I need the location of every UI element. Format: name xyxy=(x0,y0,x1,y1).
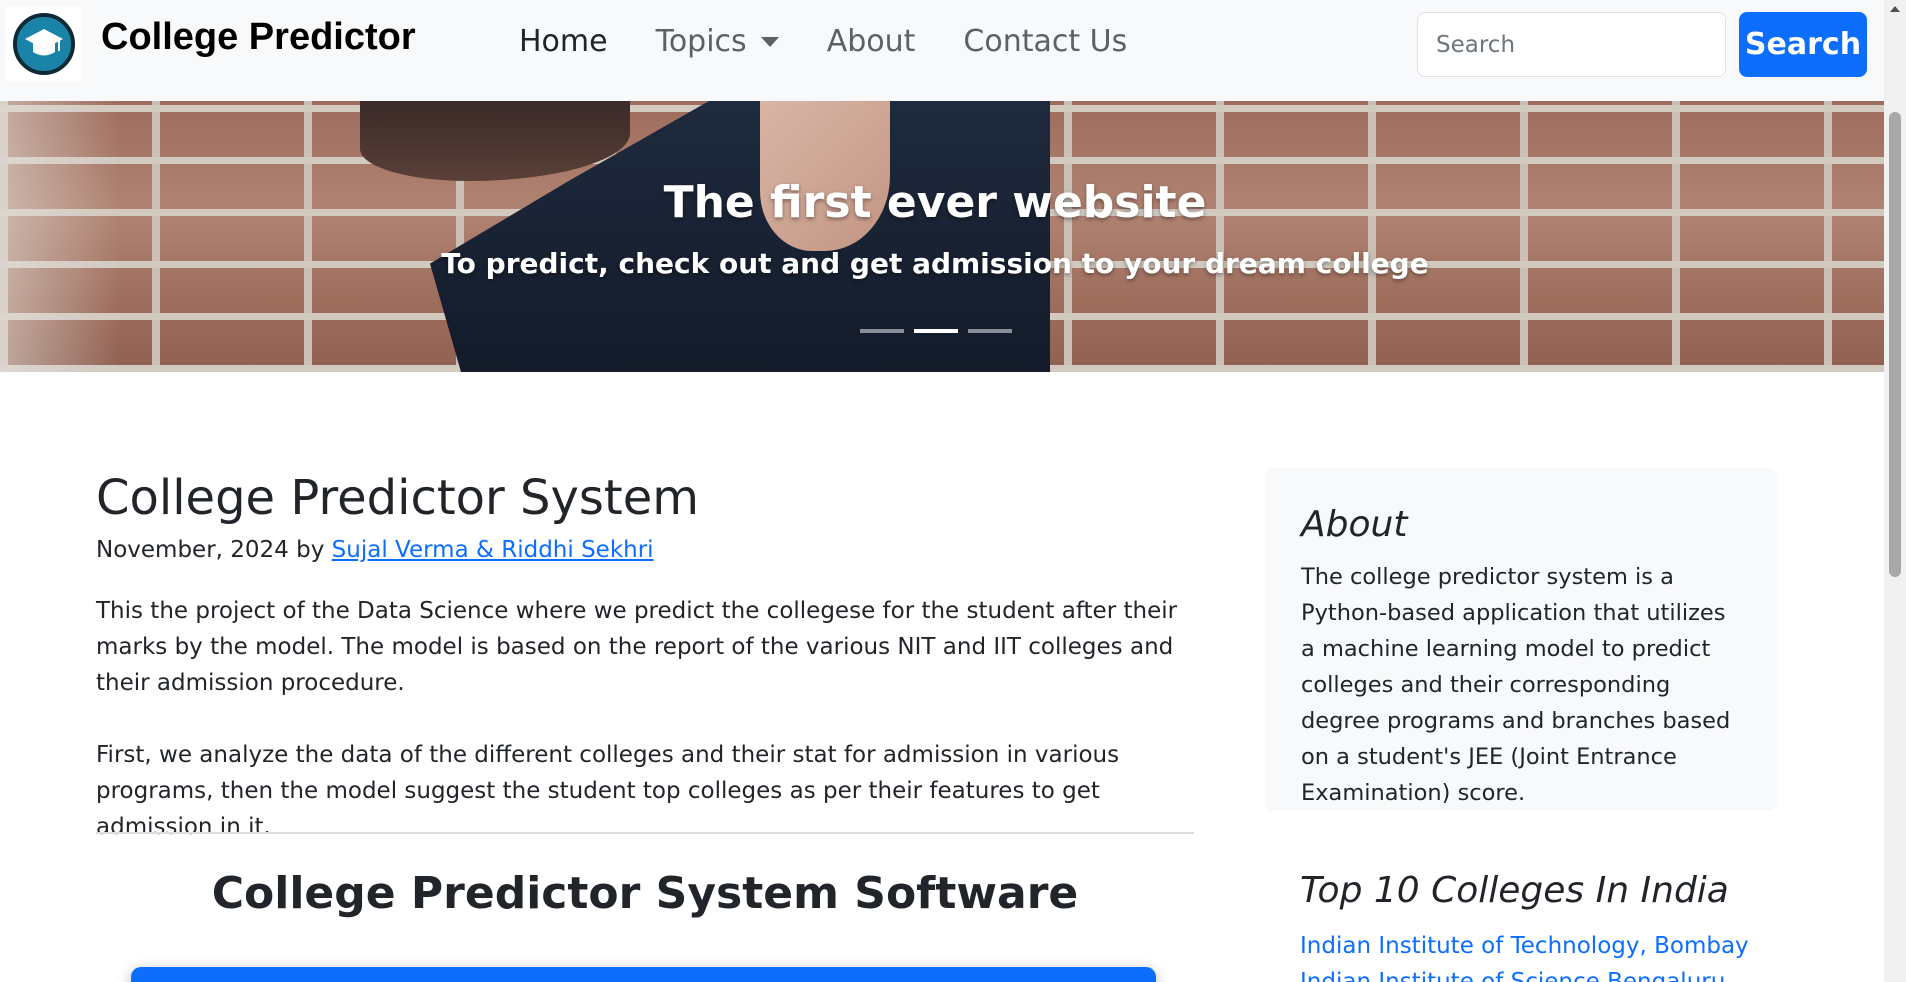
post-by: by xyxy=(296,537,325,563)
post-date: November, 2024 xyxy=(96,537,289,563)
sidebar-about-card: About The college predictor system is a … xyxy=(1265,468,1777,811)
hero-subtitle: To predict, check out and get admission … xyxy=(441,247,1429,280)
nav-links: Home Topics About Contact Us xyxy=(519,24,1127,59)
list-item: Indian Institute of Science Bengaluru xyxy=(1300,964,1749,982)
carousel-indicator-1[interactable] xyxy=(860,329,904,333)
top10-list: Indian Institute of Technology, Bombay I… xyxy=(1300,928,1749,982)
post-title: College Predictor System xyxy=(96,470,700,526)
hero-photo-hand xyxy=(760,101,890,251)
scroll-up-arrow-icon[interactable] xyxy=(1890,6,1900,12)
brand-logo[interactable] xyxy=(6,6,81,82)
top10-title: Top 10 Colleges In India xyxy=(1300,870,1729,911)
scrollbar[interactable] xyxy=(1884,0,1906,982)
post-paragraph: This the project of the Data Science whe… xyxy=(96,598,1178,696)
nav-contact[interactable]: Contact Us xyxy=(963,24,1127,59)
post-meta: November, 2024 by Sujal Verma & Riddhi S… xyxy=(96,537,654,563)
college-link[interactable]: Indian Institute of Science Bengaluru xyxy=(1300,969,1725,982)
about-text: The college predictor system is a Python… xyxy=(1301,564,1731,806)
post-body: This the project of the Data Science whe… xyxy=(96,593,1196,881)
software-heading: College Predictor System Software xyxy=(211,868,1079,919)
nav-topics-dropdown[interactable]: Topics xyxy=(656,24,779,59)
brand-name[interactable]: College Predictor xyxy=(101,16,416,59)
nav-topics-label: Topics xyxy=(655,24,747,59)
carousel-indicator-2[interactable] xyxy=(914,329,958,333)
college-link[interactable]: Indian Institute of Technology, Bombay xyxy=(1300,933,1749,959)
nav-home[interactable]: Home xyxy=(519,24,608,59)
about-title: About xyxy=(1301,504,1408,545)
hero-photo-hair xyxy=(360,101,630,181)
hero-title: The first ever website xyxy=(663,177,1207,228)
hero-carousel: The first ever website To predict, check… xyxy=(0,101,1884,372)
graduation-cap-icon xyxy=(12,13,75,75)
chevron-down-icon xyxy=(760,36,779,47)
carousel-indicators xyxy=(860,329,1012,333)
nav-home-label: Home xyxy=(519,24,608,59)
post-paragraph: First, we analyze the data of the differ… xyxy=(96,742,1120,840)
nav-contact-label: Contact Us xyxy=(963,24,1128,59)
search-input[interactable] xyxy=(1417,12,1726,77)
nav-about[interactable]: About xyxy=(827,24,916,59)
post-authors-link[interactable]: Sujal Verma & Riddhi Sekhri xyxy=(332,537,654,563)
scrollbar-thumb[interactable] xyxy=(1889,112,1901,577)
carousel-indicator-3[interactable] xyxy=(968,329,1012,333)
navbar: College Predictor Home Topics About Cont… xyxy=(0,0,1884,101)
search-button[interactable]: Search xyxy=(1739,12,1867,77)
software-card xyxy=(131,967,1156,982)
list-item: Indian Institute of Technology, Bombay xyxy=(1300,928,1749,964)
nav-about-label: About xyxy=(826,24,916,59)
divider xyxy=(96,832,1194,834)
